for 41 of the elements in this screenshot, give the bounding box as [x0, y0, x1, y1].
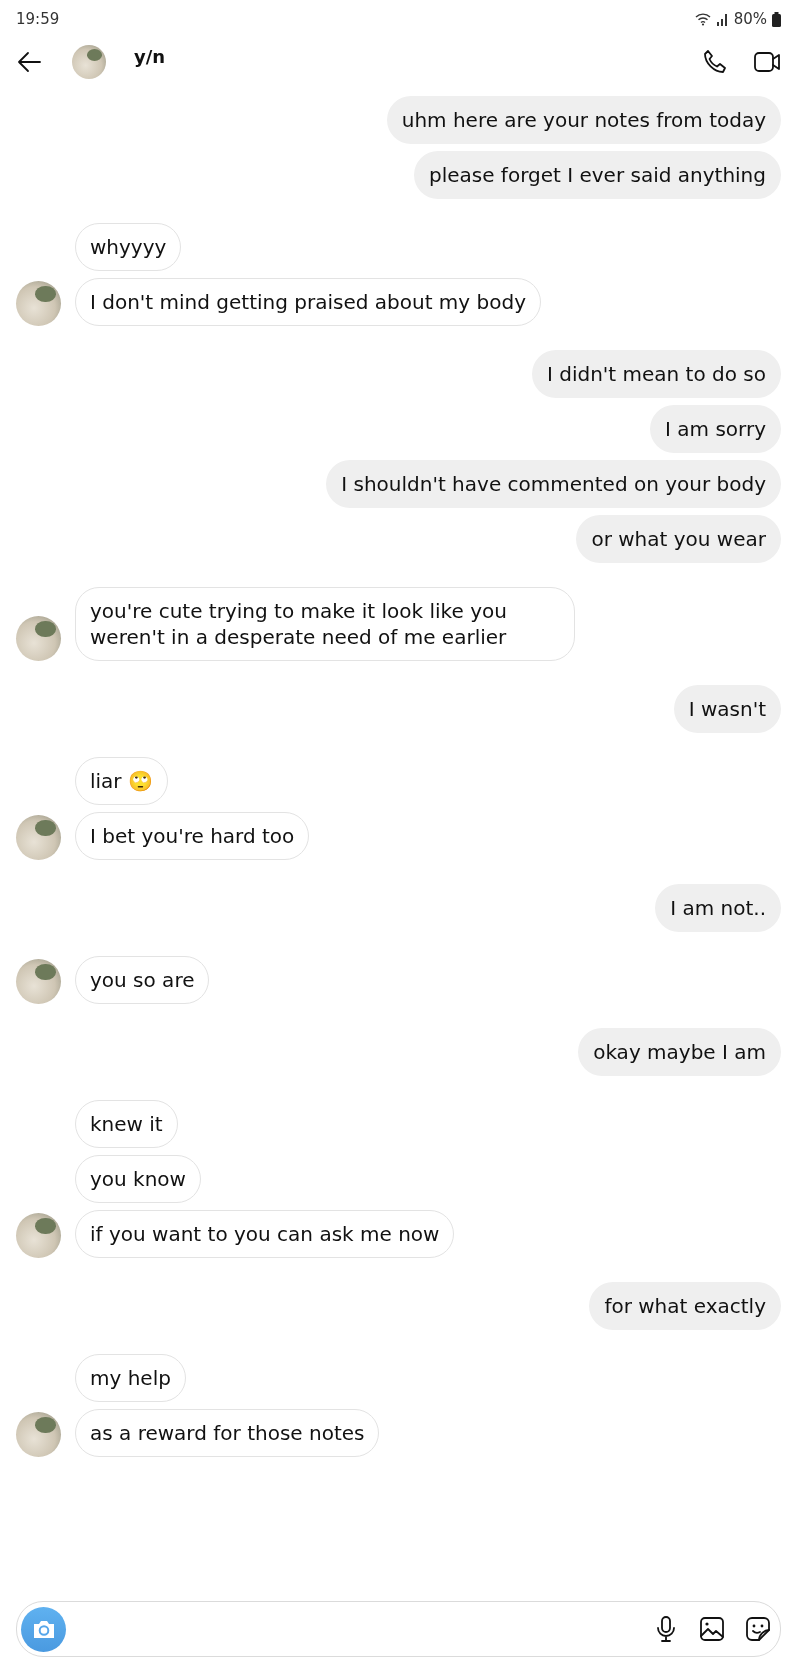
message-bubble: I shouldn't have commented on your body: [326, 460, 781, 508]
message-bubble: I bet you're hard too: [75, 812, 310, 860]
message-bubble: you know: [75, 1155, 201, 1203]
message-bubble: liar 🙄: [75, 757, 168, 805]
contact-name[interactable]: y/n: [134, 46, 166, 67]
phone-icon[interactable]: [701, 48, 729, 76]
message-bubble: I don't mind getting praised about my body: [75, 278, 541, 326]
message-bubble: uhm here are your notes from today: [386, 96, 781, 144]
message-bubble: you so are: [75, 956, 210, 1004]
wifi-icon: [694, 12, 711, 26]
image-icon[interactable]: [698, 1615, 726, 1643]
message-input-field[interactable]: [16, 1601, 781, 1657]
avatar: [72, 45, 106, 79]
camera-icon: [31, 1618, 56, 1640]
message-bubble: I wasn't: [673, 685, 781, 733]
battery-percent: 80%: [733, 10, 767, 28]
message-bubble: you're cute trying to make it look like you weren't in a desperate need of me earlier: [75, 587, 575, 661]
message-bubble: I am sorry: [650, 405, 781, 453]
message-bubble: I didn't mean to do so: [531, 350, 781, 398]
message-bubble: or what you wear: [576, 515, 781, 563]
message-bubble: for what exactly: [589, 1282, 781, 1330]
avatar: [16, 1213, 61, 1258]
back-arrow-icon[interactable]: [16, 49, 42, 75]
camera-button[interactable]: [21, 1606, 66, 1652]
avatar: [16, 281, 61, 326]
status-time: 19:59: [16, 10, 60, 28]
avatar: [16, 1412, 61, 1457]
battery-icon: [772, 11, 781, 27]
message-bubble: my help: [75, 1354, 186, 1402]
message-bubble: please forget I ever said anything: [413, 151, 781, 199]
message-bubble: whyyyy: [75, 223, 182, 271]
message-bubble: I am not..: [655, 884, 781, 932]
avatar: [16, 959, 61, 1004]
message-bubble: okay maybe I am: [578, 1028, 781, 1076]
message-bubble: if you want to you can ask me now: [75, 1210, 455, 1258]
avatar: [16, 815, 61, 860]
avatar: [16, 616, 61, 661]
message-bubble: as a reward for those notes: [75, 1409, 380, 1457]
sticker-icon[interactable]: [744, 1615, 772, 1643]
signal-icon: [715, 12, 729, 26]
message-bubble: knew it: [75, 1100, 178, 1148]
